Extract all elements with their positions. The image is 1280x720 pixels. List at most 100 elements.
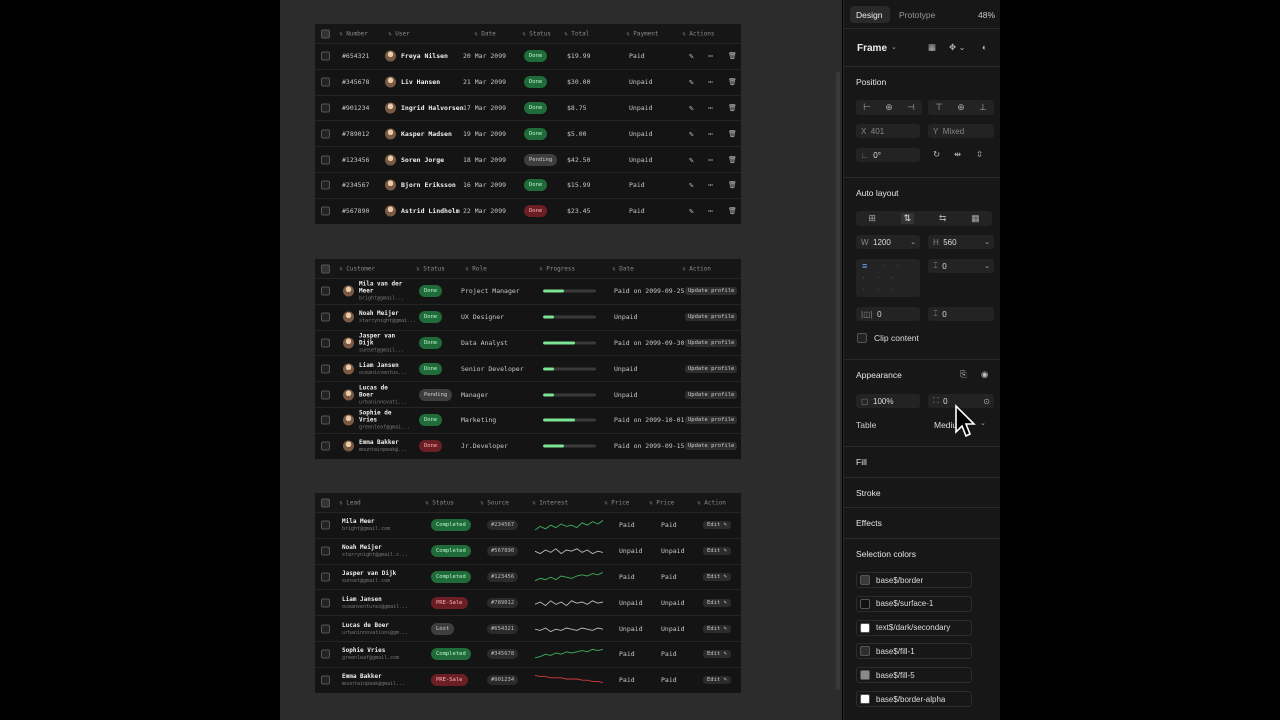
independent-corners-icon[interactable]: ⊙ (983, 397, 990, 406)
more-icon[interactable]: ⋯ (708, 207, 713, 216)
fill-title[interactable]: Fill (856, 457, 867, 467)
column-header[interactable]: Interest (532, 499, 568, 506)
align-right-icon[interactable]: ⊣ (907, 102, 915, 113)
edit-button[interactable]: Edit ✎ (703, 650, 731, 659)
opacity-field[interactable]: ▢ 100% (856, 394, 920, 408)
update-profile-button[interactable]: Update profile (685, 287, 738, 296)
align-top-icon[interactable]: ⊤ (935, 102, 943, 113)
edit-icon[interactable]: ✎ (689, 155, 694, 164)
update-profile-button[interactable]: Update profile (685, 390, 738, 399)
design-canvas[interactable]: Number User Date Status Total Payment Actions #… (280, 0, 842, 720)
table-row[interactable]: Emma Bakker mountainpeak@... Done Jr.Develo… (315, 432, 741, 459)
selection-color-item[interactable]: base$/fill-1 (856, 643, 972, 660)
row-checkbox[interactable] (321, 206, 330, 216)
eye-icon[interactable]: ◉ (981, 369, 988, 380)
table-row[interactable]: #901234 Ingrid Halvorsen 17 Mar 2099 Done $8… (315, 94, 741, 121)
row-checkbox[interactable] (321, 598, 330, 608)
clip-content-checkbox[interactable] (857, 333, 867, 343)
row-checkbox[interactable] (321, 364, 330, 374)
contrast-icon[interactable]: ◐ (982, 42, 987, 52)
update-profile-button[interactable]: Update profile (685, 416, 738, 425)
column-header[interactable]: User (388, 30, 409, 37)
rotation-field[interactable]: ∟ 0° (856, 148, 920, 162)
align-left-icon[interactable]: ⊢ (863, 102, 871, 113)
table-row[interactable]: #567890 Astrid Lindholm 22 Mar 2099 Done $23… (315, 197, 741, 224)
table-row[interactable]: Liam Jansen oceanicventus... Done Senior De… (315, 355, 741, 381)
more-icon[interactable]: ⋯ (708, 181, 713, 190)
selection-color-item[interactable]: base$/fill-5 (856, 667, 972, 684)
row-checkbox[interactable] (321, 649, 330, 659)
padding-vertical-field[interactable]: ⌶ 0 (928, 307, 994, 321)
select-all-checkbox[interactable] (321, 498, 330, 507)
column-header[interactable]: Date (474, 30, 495, 37)
update-profile-button[interactable]: Update profile (685, 338, 738, 347)
flip-horizontal-icon[interactable]: ⇹ (954, 149, 961, 160)
table-row[interactable]: #789012 Kasper Madsen 19 Mar 2099 Done $5.00… (315, 120, 741, 146)
vertical-align-group[interactable]: ⊤ ⊕ ⊥ (928, 100, 994, 115)
table-row[interactable]: Noah Meijer starrynight@gmail.c... Complet… (315, 537, 741, 564)
selection-color-item[interactable]: base$/border (856, 572, 972, 588)
rotate-icon[interactable]: ↻ (933, 149, 940, 160)
row-checkbox[interactable] (321, 441, 330, 451)
column-header[interactable]: Status (416, 265, 445, 272)
grid-icon[interactable]: ▦ (928, 42, 936, 53)
more-icon[interactable]: ⋯ (708, 103, 713, 112)
select-all-checkbox[interactable] (321, 264, 330, 273)
align-middle-icon[interactable]: ⊕ (957, 102, 965, 113)
update-profile-button[interactable]: Update profile (685, 364, 738, 373)
more-icon[interactable]: ⋯ (708, 78, 713, 87)
column-header[interactable]: Customer (339, 265, 375, 272)
column-header[interactable]: Status (425, 499, 454, 506)
row-checkbox[interactable] (321, 390, 330, 400)
table-row[interactable]: Jasper van Dijk sunset@gmail... Done Data A… (315, 329, 741, 356)
edit-button[interactable]: Edit ✎ (703, 624, 731, 633)
edit-icon[interactable]: ✎ (689, 52, 694, 61)
trash-icon[interactable]: 🗑 (728, 78, 737, 86)
edit-icon[interactable]: ✎ (689, 103, 694, 112)
chevron-down-icon[interactable]: ⌄ (891, 43, 897, 51)
column-header[interactable]: Date (612, 265, 633, 272)
edit-icon[interactable]: ✎ (689, 181, 694, 190)
table-row[interactable]: #345678 Liv Hansen 21 Mar 2099 Done $30.00 Un… (315, 68, 741, 95)
table-row[interactable]: Emma Bakker mountainpeak@gmail... PRE-Sale… (315, 666, 741, 693)
component-icon[interactable]: ✥ ⌄ (949, 42, 966, 53)
style-icon[interactable]: ⎘ (960, 369, 967, 380)
row-checkbox[interactable] (321, 312, 330, 322)
edit-button[interactable]: Edit ✎ (703, 547, 731, 556)
column-header[interactable]: Total (564, 30, 589, 37)
row-checkbox[interactable] (321, 103, 330, 113)
row-checkbox[interactable] (321, 338, 330, 348)
chevron-down-icon[interactable]: ⌄ (980, 419, 986, 427)
table-row[interactable]: Jasper van Dijk sunset@gmail.com Completed… (315, 563, 741, 590)
column-header[interactable]: Number (339, 30, 368, 37)
column-header[interactable]: Action (682, 265, 711, 272)
column-header[interactable]: Actions (682, 30, 714, 37)
stroke-title[interactable]: Stroke (856, 488, 881, 498)
edit-icon[interactable]: ✎ (689, 207, 694, 216)
effects-title[interactable]: Effects (856, 518, 882, 528)
flip-vertical-icon[interactable]: ⇳ (976, 149, 983, 160)
row-checkbox[interactable] (321, 155, 330, 165)
layout-none-icon[interactable]: ⊞ (868, 213, 876, 224)
selection-color-item[interactable]: text$/dark/secondary (856, 619, 972, 636)
row-checkbox[interactable] (321, 675, 330, 685)
selection-color-item[interactable]: base$/border-alpha (856, 691, 972, 707)
column-header[interactable]: Price (604, 499, 629, 506)
width-field[interactable]: W 1200 ⌄ (856, 235, 920, 249)
gap-field[interactable]: ⌶ 0 ⌄ (928, 259, 994, 273)
column-header[interactable]: Source (480, 499, 509, 506)
y-field[interactable]: Y Mixed (928, 124, 994, 138)
align-bottom-icon[interactable]: ⊥ (979, 102, 987, 113)
trash-icon[interactable]: 🗑 (728, 181, 737, 189)
table-row[interactable]: #123456 Soren Jorge 18 Mar 2099 Pending $42.… (315, 146, 741, 172)
height-field[interactable]: H 560 ⌄ (928, 235, 994, 249)
table-row[interactable]: Liam Jansen oceanventures@gmail... PRE-Sal… (315, 589, 741, 615)
tab-prototype[interactable]: Prototype (899, 10, 935, 20)
trash-icon[interactable]: 🗑 (728, 207, 737, 215)
trash-icon[interactable]: 🗑 (728, 130, 737, 138)
row-checkbox[interactable] (321, 77, 330, 87)
more-icon[interactable]: ⋯ (708, 52, 713, 61)
x-field[interactable]: X 401 (856, 124, 920, 138)
table-row[interactable]: Mila van der Meer bright@gmail... Done Proj… (315, 278, 741, 304)
column-header[interactable]: Payment (626, 30, 658, 37)
